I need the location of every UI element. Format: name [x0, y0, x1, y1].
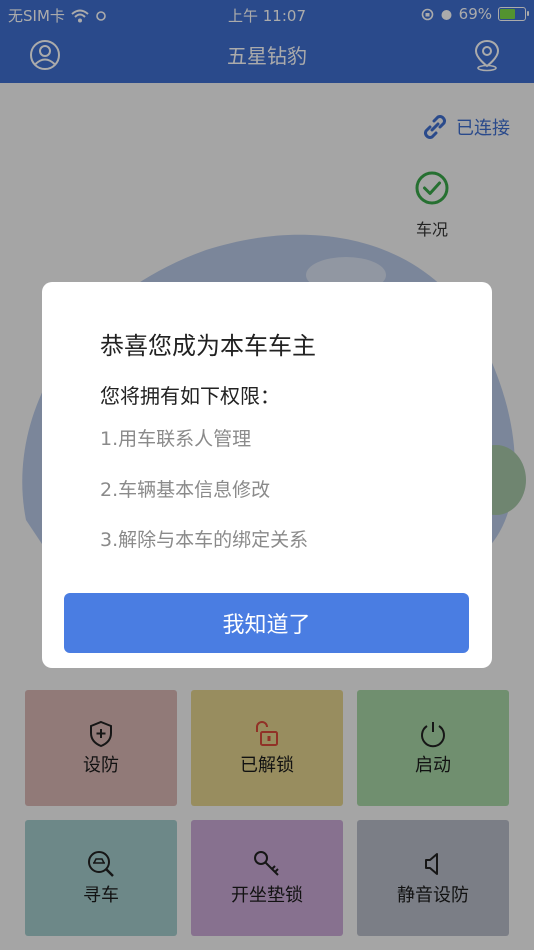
owner-dialog: 恭喜您成为本车车主 您将拥有如下权限： 1.用车联系人管理 2.车辆基本信息修改…: [42, 282, 492, 668]
permission-item: 3.解除与本车的绑定关系: [100, 529, 309, 551]
dialog-title: 恭喜您成为本车车主: [100, 332, 316, 360]
dialog-subtitle: 您将拥有如下权限：: [100, 384, 280, 408]
permission-item: 1.用车联系人管理: [100, 428, 252, 450]
permission-item: 2.车辆基本信息修改: [100, 479, 271, 501]
acknowledge-button[interactable]: 我知道了: [64, 593, 469, 653]
